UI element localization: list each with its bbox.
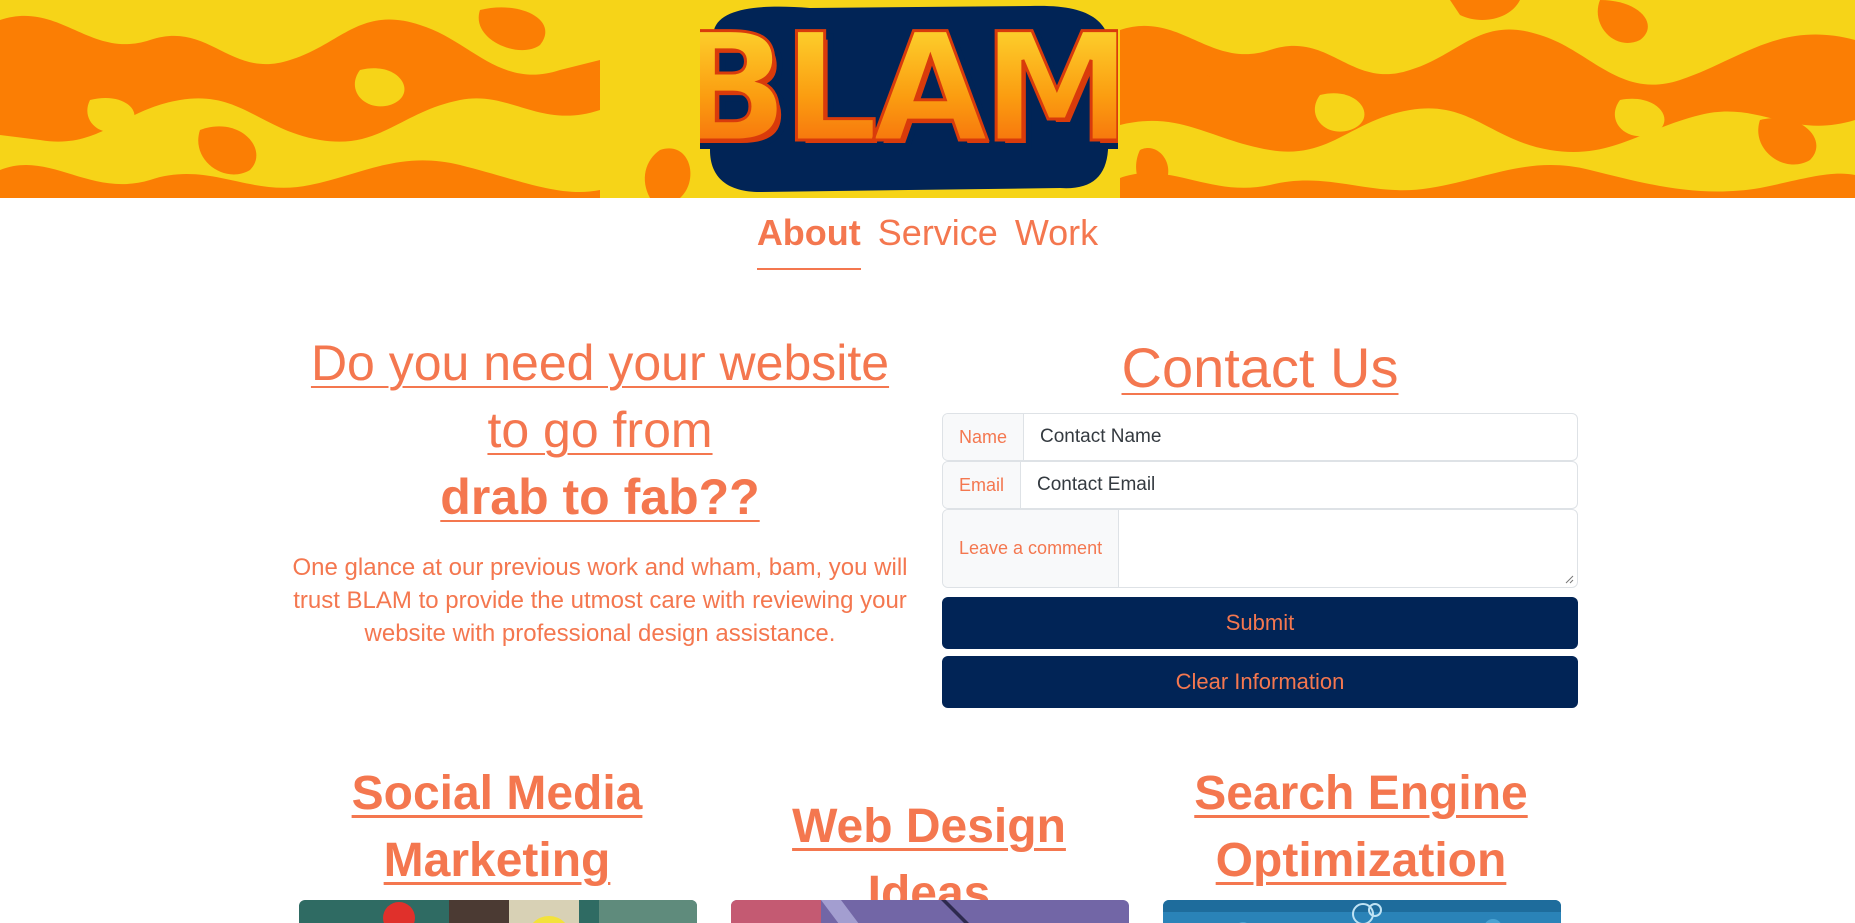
contact-heading: Contact Us [1121,336,1399,399]
hero-section: Do you need your website to go from drab… [280,330,920,650]
resize-handle-icon[interactable] [1565,575,1574,584]
service-title-line-2: Optimization [1215,834,1507,887]
service-card-seo: Search Engine Optimization [1161,760,1561,923]
svg-text:BLAM: BLAM [700,2,1118,176]
hero-title-line-3: drab to fab?? [440,469,760,525]
service-title[interactable]: Social Media Marketing [297,760,697,894]
comment-textarea[interactable] [1119,510,1577,587]
email-label: Email [943,462,1022,508]
nav-service[interactable]: Service [878,212,998,270]
service-title[interactable]: Web Design Ideas [729,760,1129,923]
service-thumbnail-image [299,900,697,923]
nav-about[interactable]: About [756,212,861,270]
service-title-line-1: Search Engine [1194,767,1528,820]
submit-button[interactable]: Submit [942,597,1578,649]
service-thumbnail-image [1163,900,1561,923]
hero-description: One glance at our previous work and wham… [292,554,908,647]
email-input-group: Email Contact Email [942,461,1578,509]
service-card-web-design: Web Design Ideas [729,760,1129,923]
services-section: Social Media Marketing Web Design Ideas … [297,760,1561,923]
email-input[interactable]: Contact Email [1021,462,1577,508]
clear-information-button[interactable]: Clear Information [942,656,1578,708]
service-title-line-1: Social Media [351,767,643,820]
service-thumbnail-image [731,900,1129,923]
name-input-group: Name Contact Name [942,413,1578,461]
name-label: Name [943,414,1025,460]
hero-title-line-2: to go from [487,402,713,458]
hero-title: Do you need your website to go from drab… [280,330,920,531]
comment-input-group: Leave a comment [942,509,1578,588]
service-title[interactable]: Search Engine Optimization [1161,760,1561,894]
name-input[interactable]: Contact Name [1024,414,1577,460]
header-banner: BLAM BLAM [0,0,1855,198]
hero-title-line-1: Do you need your website [310,335,890,391]
blam-logo[interactable]: BLAM BLAM [700,0,1118,196]
main-nav: About Service Work [0,212,1855,270]
service-card-social-media: Social Media Marketing [297,760,697,923]
nav-work[interactable]: Work [1015,212,1098,270]
contact-form: Contact Us Name Contact Name Email Conta… [942,330,1578,708]
comment-label: Leave a comment [943,510,1120,587]
service-title-line-2: Marketing [383,834,611,887]
